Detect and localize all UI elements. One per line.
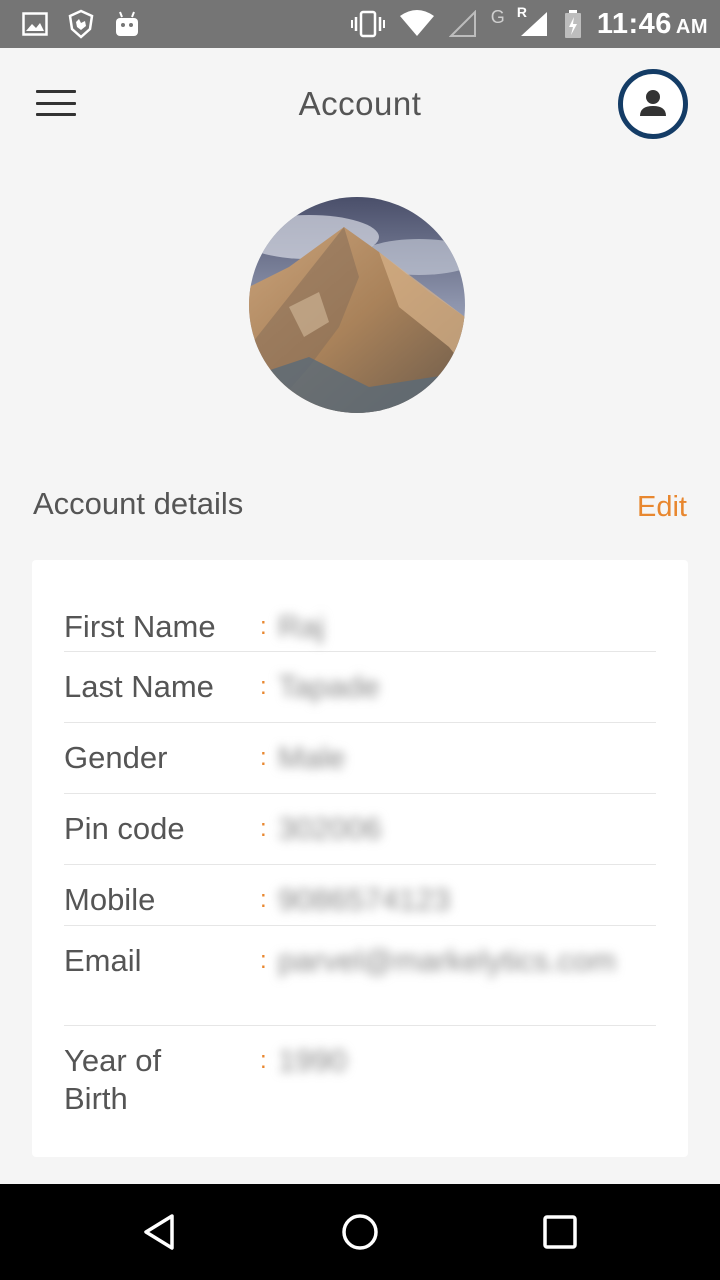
detail-colon: : xyxy=(260,1047,267,1074)
detail-colon: : xyxy=(260,886,267,913)
detail-row-mobile: Mobile : 9086574123 xyxy=(64,865,656,926)
detail-row-year-of-birth: Year of Birth : 1990 xyxy=(64,1026,656,1118)
detail-row-email: Email : parvel@markelytics.com xyxy=(64,926,656,1026)
detail-colon: : xyxy=(260,815,267,842)
home-icon[interactable] xyxy=(330,1202,390,1262)
vibrate-icon xyxy=(350,10,385,38)
detail-label: Last Name xyxy=(64,669,214,704)
status-bar-right: G R 11:46 AM xyxy=(350,4,708,41)
detail-value: Male xyxy=(278,740,346,775)
edit-button[interactable]: Edit xyxy=(637,491,687,524)
roaming-label: R xyxy=(516,4,527,20)
detail-value: Raj xyxy=(278,609,325,644)
status-bar: G R 11:46 AM xyxy=(0,0,720,48)
back-icon[interactable] xyxy=(130,1202,190,1262)
page-title: Account xyxy=(298,85,422,122)
wifi-icon xyxy=(399,10,435,38)
detail-colon: : xyxy=(260,673,267,700)
detail-row-gender: Gender : Male xyxy=(64,723,656,794)
detail-value: Tapade xyxy=(278,669,380,704)
detail-label: Gender xyxy=(64,740,168,775)
detail-value: 302006 xyxy=(278,811,382,846)
account-details-card: First Name : Raj Last Name : Tapade Gend… xyxy=(32,560,688,1157)
detail-value: 9086574123 xyxy=(278,882,451,917)
status-bar-left xyxy=(22,9,140,39)
detail-label: First Name xyxy=(64,609,216,644)
battery-icon xyxy=(563,9,583,39)
detail-colon: : xyxy=(260,613,267,640)
user-icon xyxy=(633,84,673,124)
signal-icon: R xyxy=(517,4,549,38)
system-nav-bar xyxy=(0,1184,720,1280)
detail-label: Year of Birth xyxy=(64,1043,162,1116)
detail-label: Pin code xyxy=(64,811,185,846)
detail-value: 1990 xyxy=(278,1043,347,1078)
status-time: 11:46 AM xyxy=(596,7,708,40)
detail-colon: : xyxy=(260,947,267,974)
network-g-label: G xyxy=(490,6,505,27)
detail-value: parvel@markelytics.com xyxy=(278,943,617,978)
profile-button[interactable] xyxy=(618,69,688,139)
recents-icon[interactable] xyxy=(530,1202,590,1262)
account-details-heading: Account details xyxy=(33,486,244,521)
hand-shield-icon xyxy=(66,9,96,39)
detail-row-last-name: Last Name : Tapade xyxy=(64,652,656,723)
detail-colon: : xyxy=(260,744,267,771)
detail-label: Email xyxy=(64,943,142,978)
profile-avatar-image[interactable] xyxy=(249,197,465,413)
menu-icon[interactable] xyxy=(36,88,76,118)
android-icon xyxy=(114,10,140,38)
image-icon xyxy=(22,12,48,36)
signal-empty-icon xyxy=(448,10,477,38)
app-bar: Account xyxy=(0,48,720,160)
detail-row-pin-code: Pin code : 302006 xyxy=(64,794,656,865)
detail-label: Mobile xyxy=(64,882,156,917)
detail-row-first-name: First Name : Raj xyxy=(64,588,656,652)
